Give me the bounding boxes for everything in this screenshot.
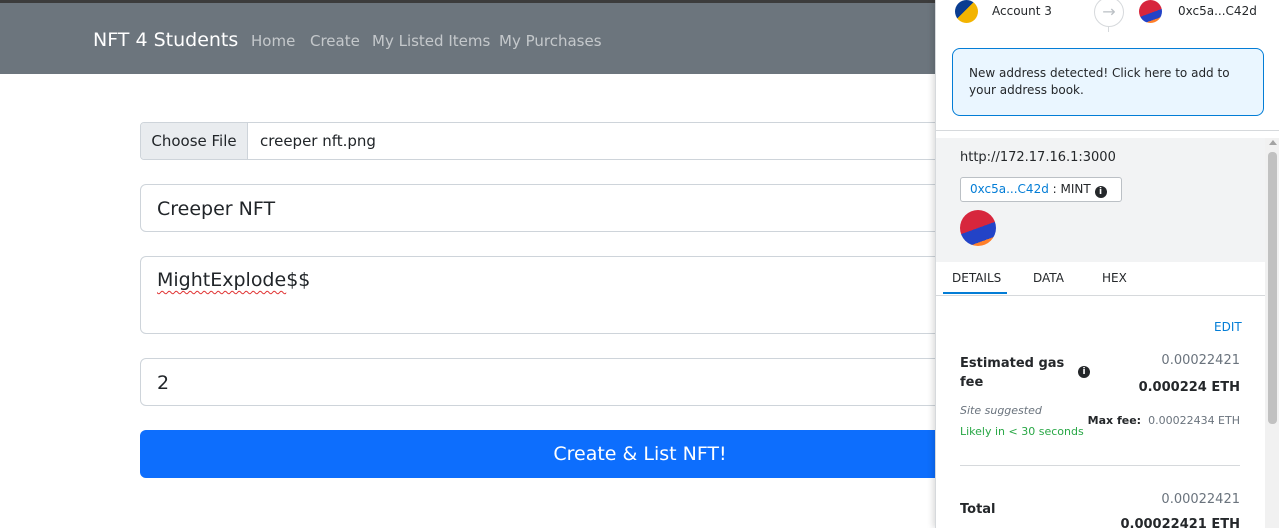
gas-amount: 0.00022421 — [1161, 353, 1240, 368]
total-eth-amount: 0.00022421 ETH — [1120, 517, 1240, 528]
divider — [936, 130, 1279, 131]
edit-gas-link[interactable]: EDIT — [1214, 320, 1242, 334]
info-icon[interactable]: i — [1094, 186, 1107, 198]
total-label: Total — [960, 502, 996, 517]
metamask-popup: Account 3 → 0xc5a...C42d New address det… — [935, 0, 1279, 528]
contract-method-pill[interactable]: 0xc5a...C42d : MINT i — [960, 177, 1122, 202]
max-fee: Max fee: 0.00022434 ETH — [1088, 414, 1240, 427]
selected-file-name: creeper nft.png — [260, 132, 376, 150]
likely-time-estimate: Likely in < 30 seconds — [960, 425, 1084, 438]
divider — [960, 465, 1240, 466]
to-address[interactable]: 0xc5a...C42d — [1178, 4, 1257, 18]
from-account-avatar — [955, 0, 978, 23]
from-account-name[interactable]: Account 3 — [992, 4, 1052, 18]
nav-link-create[interactable]: Create — [310, 32, 360, 50]
choose-file-button[interactable]: Choose File — [141, 123, 248, 159]
scroll-up-icon[interactable] — [1269, 140, 1277, 145]
site-suggested-label: Site suggested — [960, 404, 1042, 417]
arrow-right-icon: → — [1094, 0, 1124, 27]
nav-link-home[interactable]: Home — [251, 32, 295, 50]
scrollbar[interactable] — [1265, 138, 1279, 528]
total-amount: 0.00022421 — [1161, 492, 1240, 507]
nav-link-my-purchases[interactable]: My Purchases — [499, 32, 602, 50]
to-account-avatar — [1139, 0, 1162, 23]
contract-address[interactable]: 0xc5a...C42d — [970, 182, 1049, 196]
header-connector — [1108, 26, 1109, 32]
tab-details[interactable]: DETAILS — [952, 271, 1001, 285]
nav-link-my-listed-items[interactable]: My Listed Items — [372, 32, 490, 50]
active-tab-indicator — [943, 292, 1007, 294]
spellcheck-word: MightExplode — [157, 269, 287, 291]
transaction-tabs: DETAILS DATA HEX — [936, 262, 1265, 296]
gas-eth-amount: 0.000224 ETH — [1138, 380, 1240, 395]
request-origin-panel: http://172.17.16.1:3000 0xc5a...C42d : M… — [936, 138, 1265, 262]
max-fee-label: Max fee: — [1087, 414, 1142, 427]
gas-info-icon[interactable]: i — [1078, 366, 1090, 378]
new-address-alert[interactable]: New address detected! Click here to add … — [952, 48, 1264, 116]
tab-hex[interactable]: HEX — [1102, 271, 1127, 285]
max-fee-value: 0.00022434 ETH — [1148, 414, 1240, 427]
estimated-gas-fee-label: Estimated gas fee — [960, 356, 1065, 390]
method-name: : MINT — [1052, 182, 1091, 196]
description-suffix: $$ — [286, 269, 311, 291]
scroll-thumb[interactable] — [1268, 152, 1277, 424]
brand-logo-text[interactable]: NFT 4 Students — [93, 29, 238, 51]
origin-url: http://172.17.16.1:3000 — [960, 150, 1116, 165]
contract-avatar — [960, 210, 996, 246]
tab-data[interactable]: DATA — [1033, 271, 1064, 285]
